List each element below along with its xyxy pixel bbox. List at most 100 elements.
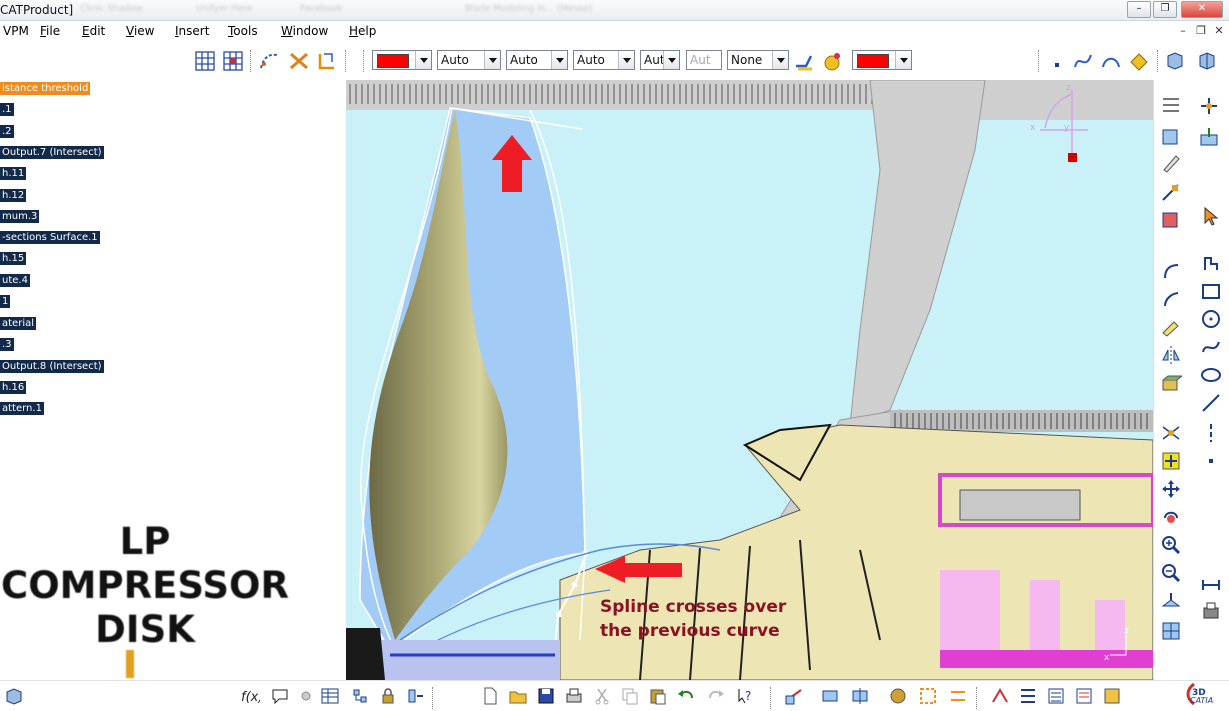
color-2-dropdown[interactable] — [852, 50, 912, 70]
sketch-icon[interactable] — [1160, 95, 1182, 117]
constraint-icon[interactable] — [288, 50, 310, 72]
whats-this-icon[interactable]: ? — [736, 686, 756, 706]
mdi-restore-button[interactable]: ❐ — [1193, 23, 1209, 39]
open-folder-icon[interactable] — [508, 686, 528, 706]
swap-visible-icon[interactable] — [948, 686, 968, 706]
pan-icon[interactable] — [1160, 478, 1182, 500]
analysis-icon[interactable] — [1102, 686, 1122, 706]
zoom-out-icon[interactable] — [1160, 562, 1182, 584]
tree-node[interactable]: attern.1 — [0, 402, 44, 415]
point-icon[interactable] — [1046, 50, 1068, 72]
trim-icon[interactable] — [1160, 316, 1182, 338]
sketch-analysis-icon[interactable] — [1160, 125, 1182, 147]
tree-node[interactable]: aterial — [0, 317, 36, 330]
dimension-icon[interactable] — [316, 50, 338, 72]
cursor-arrow-icon[interactable] — [1200, 205, 1222, 227]
view-mode-icon[interactable] — [888, 686, 908, 706]
export-icon[interactable] — [1198, 125, 1220, 147]
corner-icon[interactable] — [1160, 260, 1182, 282]
tree-node[interactable]: .3 — [0, 338, 14, 351]
tree-node[interactable]: .1 — [0, 103, 14, 116]
print-icon[interactable] — [564, 686, 584, 706]
save-icon[interactable] — [536, 686, 556, 706]
menu-insert[interactable]: Insert — [175, 24, 209, 38]
tree-node[interactable]: 1 — [0, 295, 11, 308]
chevron-down-icon[interactable] — [772, 51, 788, 69]
menu-window[interactable]: Window — [281, 24, 328, 38]
spline-icon[interactable] — [1072, 50, 1094, 72]
point-symbol-dropdown[interactable]: Aut — [640, 50, 680, 70]
grid-icon[interactable] — [194, 50, 216, 72]
sketch-solving-icon[interactable] — [990, 686, 1010, 706]
mirror-icon[interactable] — [1160, 344, 1182, 366]
chevron-down-icon[interactable] — [484, 51, 500, 69]
zoom-in-icon[interactable] — [1160, 534, 1182, 556]
tree-node[interactable]: Output.8 (Intersect) — [0, 360, 104, 373]
fly-mode-icon[interactable] — [784, 686, 804, 706]
chevron-down-icon[interactable] — [663, 51, 679, 69]
comment-icon[interactable] — [270, 686, 290, 706]
table-icon[interactable] — [320, 686, 340, 706]
list-icon[interactable] — [1046, 686, 1066, 706]
restore-button[interactable]: ❐ — [1153, 1, 1177, 18]
tree-node[interactable]: h.16 — [0, 381, 27, 394]
knowledge-icon[interactable] — [296, 686, 316, 706]
workbench-icon[interactable] — [1196, 50, 1218, 72]
report-icon[interactable] — [1074, 686, 1094, 706]
measure-icon[interactable] — [1200, 574, 1222, 596]
tree-node[interactable]: h.15 — [0, 252, 27, 265]
menu-vpm[interactable]: VPM — [3, 24, 29, 38]
chevron-down-icon[interactable] — [895, 51, 911, 69]
formula-icon[interactable]: f(x) — [240, 686, 260, 706]
normal-view-icon[interactable] — [1160, 590, 1182, 612]
profile-sketch-icon[interactable] — [1200, 252, 1222, 274]
tools-icon[interactable] — [1198, 95, 1220, 117]
circle-icon[interactable] — [1200, 308, 1222, 330]
pencil-icon[interactable] — [1160, 152, 1182, 174]
menu-view[interactable]: View — [126, 24, 154, 38]
chevron-down-icon[interactable] — [618, 51, 634, 69]
minimize-button[interactable]: – — [1127, 1, 1151, 18]
relimit-icon[interactable] — [1160, 182, 1182, 204]
sketch-tools-icon[interactable] — [258, 50, 280, 72]
fill-color-dropdown[interactable] — [372, 50, 432, 70]
chevron-down-icon[interactable] — [551, 51, 567, 69]
tree-node[interactable]: h.12 — [0, 189, 27, 202]
tree-node[interactable]: -sections Surface.1 — [0, 231, 100, 244]
properties-icon[interactable] — [822, 50, 844, 72]
profile-icon[interactable] — [1128, 50, 1150, 72]
lock-icon[interactable] — [378, 686, 398, 706]
mdi-minimize-button[interactable]: – — [1175, 23, 1191, 39]
menu-edit[interactable]: Edit — [82, 24, 105, 38]
spline-control-point[interactable] — [572, 582, 577, 587]
print-icon[interactable] — [1200, 600, 1222, 622]
tree-node[interactable]: mum.3 — [0, 210, 40, 223]
copy-icon[interactable] — [620, 686, 640, 706]
geometry-icon[interactable] — [1018, 686, 1038, 706]
normal-view-bottom-icon[interactable] — [850, 686, 870, 706]
mdi-close-button[interactable]: ✕ — [1211, 23, 1227, 39]
fix-together-icon[interactable] — [1160, 450, 1182, 472]
new-file-icon[interactable] — [480, 686, 500, 706]
ellipse-icon[interactable] — [1200, 364, 1222, 386]
transparency-dropdown[interactable]: Auto — [437, 50, 501, 70]
project-3d-icon[interactable] — [1160, 372, 1182, 394]
generate-icon[interactable] — [406, 686, 426, 706]
tree-node[interactable]: h.11 — [0, 167, 27, 180]
multi-view-icon[interactable] — [1160, 620, 1182, 642]
tree-node[interactable]: Output.7 (Intersect) — [0, 146, 104, 159]
tree-node[interactable]: ute.4 — [0, 274, 30, 287]
close-button[interactable]: ✕ — [1181, 1, 1223, 18]
connect-curve-icon[interactable] — [1100, 50, 1122, 72]
line-icon[interactable] — [1200, 392, 1222, 414]
rotate-icon[interactable] — [1160, 506, 1182, 528]
rectangle-icon[interactable] — [1200, 280, 1222, 302]
undo-icon[interactable] — [676, 686, 696, 706]
spline-sketch-icon[interactable] — [1200, 336, 1222, 358]
line-thickness-dropdown[interactable]: Auto — [506, 50, 568, 70]
snap-to-grid-icon[interactable] — [222, 50, 244, 72]
chamfer-icon[interactable] — [1160, 288, 1182, 310]
cut-icon[interactable] — [592, 686, 612, 706]
chevron-down-icon[interactable] — [415, 51, 431, 69]
spline-control-point[interactable] — [556, 612, 561, 617]
